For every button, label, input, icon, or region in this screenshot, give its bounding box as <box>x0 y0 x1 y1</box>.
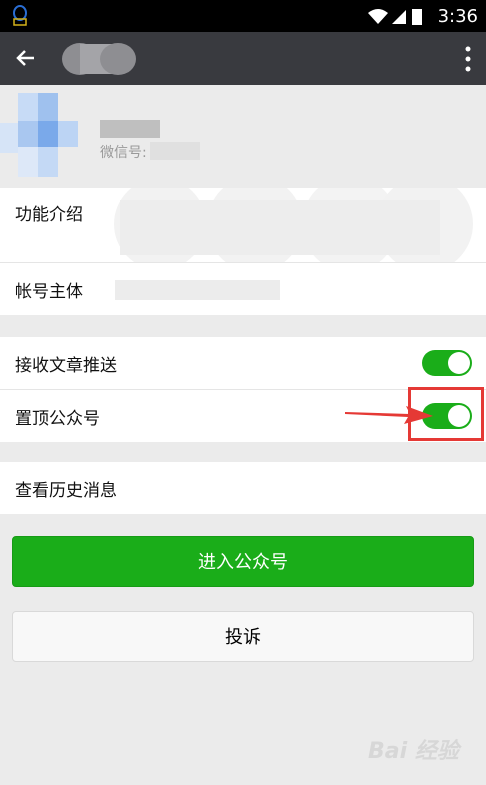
wechat-id-label: 微信号: <box>100 145 147 161</box>
account-name-blurred <box>62 43 136 75</box>
list-item-receive-push: 接收文章推送 <box>0 337 486 390</box>
toggle-knob <box>448 352 470 374</box>
profile-header <box>0 85 486 188</box>
history-label: 查看历史消息 <box>15 481 117 501</box>
wechat-id-blurred <box>150 142 200 160</box>
owner-blurred <box>115 280 280 300</box>
watermark: Bai 经验 <box>368 739 459 764</box>
list-item-owner[interactable]: 帐号主体 <box>0 263 486 315</box>
app-bar <box>0 32 486 85</box>
battery-charging-icon <box>412 9 422 25</box>
enter-account-button[interactable]: 进入公众号 <box>12 536 474 587</box>
signal-icon <box>392 10 406 24</box>
list-item-intro[interactable]: 功能介绍 <box>0 188 486 263</box>
info-section: 功能介绍 帐号主体 <box>0 188 486 315</box>
highlight-box <box>408 387 484 441</box>
intro-label: 功能介绍 <box>15 205 83 225</box>
account-name-blurred <box>100 120 160 138</box>
pin-top-label: 置顶公众号 <box>15 409 100 429</box>
receive-push-label: 接收文章推送 <box>15 356 117 376</box>
more-vert-icon[interactable] <box>464 45 472 73</box>
history-section: 查看历史消息 <box>0 462 486 514</box>
intro-text-blurred <box>114 188 473 262</box>
complain-button[interactable]: 投诉 <box>12 611 474 662</box>
status-bar: 3:36 <box>0 0 486 32</box>
list-item-history[interactable]: 查看历史消息 <box>0 462 486 514</box>
owner-label: 帐号主体 <box>15 282 83 302</box>
signal-icons <box>368 9 422 25</box>
back-arrow-icon[interactable] <box>10 42 42 74</box>
avatar <box>0 93 78 177</box>
receive-push-toggle[interactable] <box>422 350 472 376</box>
wifi-icon <box>368 9 388 24</box>
qq-notification-icon <box>13 5 27 26</box>
clock: 3:36 <box>437 6 478 27</box>
